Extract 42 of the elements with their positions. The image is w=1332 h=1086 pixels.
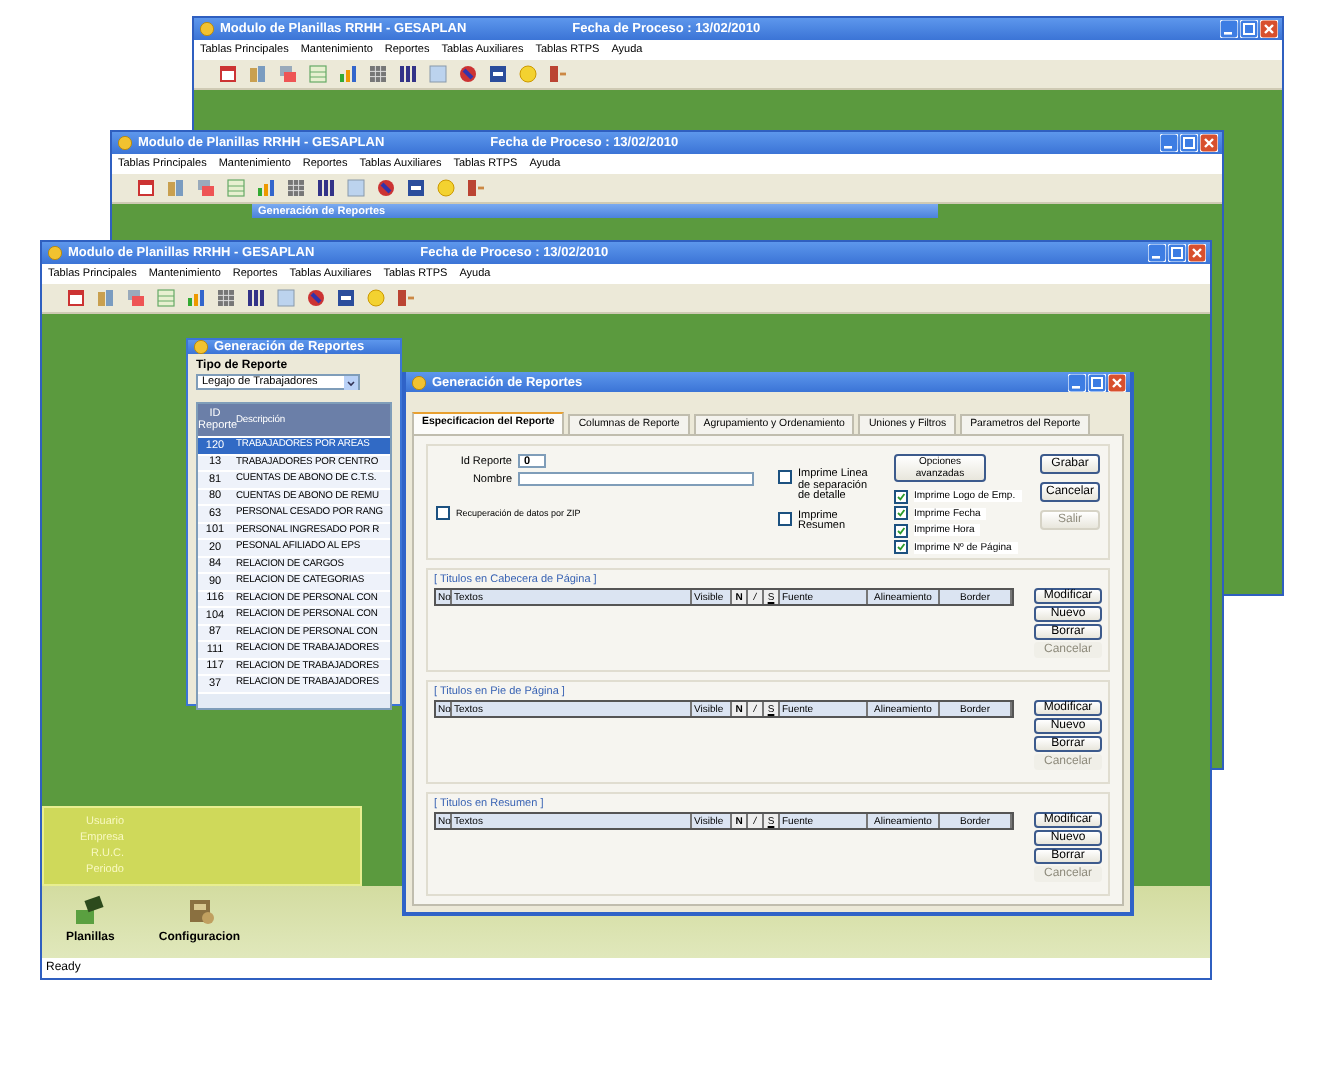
app-icon bbox=[194, 340, 208, 354]
grid-icon[interactable] bbox=[286, 178, 306, 198]
grid-icon[interactable] bbox=[368, 64, 388, 84]
minimize-icon[interactable] bbox=[1068, 373, 1086, 391]
maximize-icon[interactable] bbox=[1088, 373, 1106, 391]
chart-icon[interactable] bbox=[256, 178, 276, 198]
columns-icon[interactable] bbox=[398, 64, 418, 84]
window-icon[interactable] bbox=[196, 178, 216, 198]
chart-icon[interactable] bbox=[338, 64, 358, 84]
maximize-icon[interactable] bbox=[1240, 20, 1258, 38]
columns-icon[interactable] bbox=[246, 288, 266, 308]
calendar-icon[interactable] bbox=[66, 288, 86, 308]
checkbox[interactable] bbox=[778, 511, 792, 525]
window-icon[interactable] bbox=[278, 64, 298, 84]
calendar-icon[interactable] bbox=[136, 178, 156, 198]
minimize-icon[interactable] bbox=[1220, 20, 1238, 38]
close-icon[interactable] bbox=[1260, 20, 1278, 38]
checkbox[interactable] bbox=[894, 506, 908, 520]
calendar-icon[interactable] bbox=[218, 64, 238, 84]
name-field[interactable] bbox=[518, 472, 754, 486]
payroll-icon[interactable] bbox=[74, 894, 107, 926]
close-icon[interactable] bbox=[1200, 134, 1218, 152]
close-icon[interactable] bbox=[1188, 244, 1206, 262]
minimize-icon[interactable] bbox=[1148, 244, 1166, 262]
app-icon bbox=[48, 246, 62, 260]
checkbox[interactable] bbox=[436, 506, 450, 520]
app-icon bbox=[118, 136, 132, 150]
grid-icon[interactable] bbox=[216, 288, 236, 308]
app-icon bbox=[200, 22, 214, 36]
window-icon[interactable] bbox=[126, 288, 146, 308]
minimize-icon[interactable] bbox=[1160, 134, 1178, 152]
chart-icon[interactable] bbox=[186, 288, 206, 308]
maximize-icon[interactable] bbox=[1180, 134, 1198, 152]
checkbox[interactable] bbox=[894, 489, 908, 503]
checkbox[interactable] bbox=[894, 523, 908, 537]
checkbox[interactable] bbox=[778, 470, 792, 484]
checkbox[interactable] bbox=[894, 540, 908, 554]
dropdown-arrow-icon bbox=[344, 375, 358, 389]
maximize-icon[interactable] bbox=[1168, 244, 1186, 262]
close-icon[interactable] bbox=[1108, 373, 1126, 391]
app-icon bbox=[412, 375, 426, 389]
columns-icon[interactable] bbox=[316, 178, 336, 198]
